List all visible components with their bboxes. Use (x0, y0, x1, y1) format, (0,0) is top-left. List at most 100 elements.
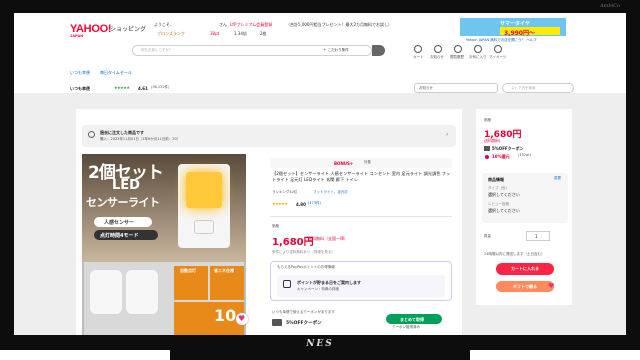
product-reviews[interactable]: (173件) (308, 201, 321, 206)
store-search-input[interactable]: ストア内を検索 (502, 83, 574, 93)
store-search-placeholder: ストア内を検索 (511, 86, 536, 90)
add-to-cart-button[interactable]: カートに入れる (496, 263, 554, 275)
cart-icon[interactable] (414, 45, 422, 53)
cart-label: カート (413, 55, 424, 59)
banner-price-bg: 3,990円〜 (500, 27, 560, 37)
sidebar-shipping: 送料無料 (484, 138, 500, 143)
store-stars: ★★★★★ (114, 85, 130, 90)
type-select[interactable]: 選択してください (488, 193, 520, 197)
points-inner: ポイントが貯まる日をご案内します キャンペーン・特典の詳細 (277, 275, 445, 297)
search-input[interactable]: 何をお探しですか？ ＋ こだわり条件 (132, 45, 372, 56)
divider (270, 216, 452, 217)
heart-icon[interactable] (474, 45, 482, 53)
paypay-rate[interactable]: 1.34倍 (234, 32, 247, 36)
coupon-label: 5%OFFクーポン (286, 321, 322, 326)
get-coupons-button[interactable]: まとめて取得 (386, 314, 442, 324)
image-favorite-button[interactable]: ♥ (236, 313, 248, 325)
bronze-rank[interactable]: ブロンズランク (157, 32, 185, 36)
product-info-edit[interactable]: 変更 (554, 176, 561, 181)
notice-detail: 購入：2023年11月01日（1年6か月11日前：20） (100, 137, 181, 141)
image-number: 10 (214, 306, 237, 325)
favorite-heart-icon[interactable]: ♥ (548, 283, 554, 290)
heart-icon: ♥ (238, 314, 246, 323)
store-review-count[interactable]: (36,132件) (151, 85, 169, 90)
inquiry-label: お知らせ (419, 86, 433, 90)
watermark: AmbiCo (600, 3, 620, 9)
shopping-label[interactable]: ショッピング (110, 24, 146, 33)
points-box-title: もらえるPayPayポイントのお得情報 (277, 265, 335, 269)
product-title: 【2個セット】センサーライト 人感センサーライト コンセント 室内 足元ライト … (272, 171, 451, 182)
banner-title: サマータイヤ (500, 21, 530, 27)
sidebar-reward-pts: (152pt) (518, 153, 532, 157)
top-links[interactable]: Yahoo! JAPAN 無料でお店を開こう！ ヘルプ (466, 38, 537, 43)
ranking: ランキング40位 (272, 190, 298, 194)
premium-note: （合計5,000円相当プレゼント！最大2カ月無料でお試し） (286, 22, 392, 27)
greeting-suffix: さん (219, 22, 227, 27)
clock-icon (88, 131, 95, 138)
ranking-category[interactable]: フットライト、足元灯 (313, 190, 348, 195)
bonus-label: BONUS+ (334, 161, 354, 166)
coupon-icon (272, 319, 282, 326)
image-badge-4-text: 省エネ仕様 (214, 268, 234, 273)
product-info-label: 商品情報 (488, 177, 504, 182)
sidebar-price-label: 価格 (484, 118, 491, 122)
image-badge-3-text: 自動点灯 (180, 268, 196, 273)
inquiry-select[interactable]: お知らせ (414, 83, 498, 93)
points-box-text: ポイントが貯まる日をご案内します (297, 280, 361, 285)
device-brand-logo: NES (306, 339, 334, 349)
coupon-note: いつも幸便で使えるクーポンがあります (272, 310, 335, 314)
search-icon[interactable] (372, 45, 385, 56)
sidebar-reward: 10%還元 (492, 154, 510, 159)
reward-icon (485, 155, 489, 159)
points-box[interactable]: もらえるPayPayポイントのお得情報 ポイントが貯まる日をご案内します キャン… (270, 261, 452, 301)
shipping-note[interactable]: 条件により送料無料あり（詳細を見る） (272, 250, 335, 255)
user-icon[interactable] (494, 45, 502, 53)
light-glow (186, 172, 222, 208)
store-rating: 4.61 (138, 86, 148, 91)
conditions-button[interactable]: ＋ こだわり条件 (323, 48, 349, 53)
order-history-notice[interactable]: 過去に注文した商品です 購入：2023年11月01日（1年6か月11日前：20）… (82, 125, 456, 147)
mypage-label: マイページ (489, 55, 507, 59)
price-label: 価格 (272, 224, 279, 228)
notice-title: 過去に注文した商品です (100, 130, 144, 135)
bonus-bar: BONUS+ 対象 (270, 158, 452, 168)
promo-banner[interactable]: サマータイヤ 3,990円〜 (460, 18, 566, 37)
delivery-note: 24時間以内に発送します（土日含む） (484, 252, 545, 256)
product-shipping: 送料無料（全国一律） (308, 236, 348, 241)
device-white-1 (90, 270, 122, 314)
gift-button[interactable]: ギフトで贈る (496, 281, 554, 292)
device-bezel-left (0, 13, 14, 335)
breadcrumb-sale[interactable]: 毎日タイムセール (100, 71, 132, 75)
coupon-button-sub: クーポン獲得済み (392, 325, 420, 329)
search-placeholder: 何をお探しですか？ (141, 48, 173, 52)
banner-price: 3,990円〜 (504, 30, 535, 37)
favorites-label: お気に入り (469, 55, 487, 59)
device-bezel-top (0, 0, 640, 13)
points-count[interactable]: 38pt (210, 32, 219, 36)
breadcrumb-store[interactable]: いつも幸便 (70, 71, 90, 75)
sidebar-coupon-icon (484, 146, 490, 151)
history-icon[interactable] (454, 45, 462, 53)
review-select[interactable]: 選択してください (488, 209, 520, 213)
premium-link[interactable]: LYPプレミアム会員登録 (230, 23, 272, 27)
qty-input[interactable]: 1 (526, 231, 550, 241)
image-title-3: センサーライト (86, 196, 160, 209)
greeting: ようこそ、 (154, 22, 174, 27)
coupon-count[interactable]: 2枚 (260, 32, 267, 36)
store-name[interactable]: いつも幸便 (70, 86, 90, 92)
chevron-right-icon: › (446, 131, 449, 138)
bonus-suffix: 対象 (364, 160, 371, 164)
bell-icon[interactable] (434, 45, 442, 53)
product-rating: 4.80 (296, 202, 306, 207)
qty-label: 数量 (484, 234, 491, 238)
image-title-2: LED (112, 178, 140, 193)
device-stand-right (470, 350, 640, 360)
image-badge-2-text: 点灯時間4モード (100, 233, 139, 239)
yahoo-logo-sub: JAPAN (70, 33, 84, 38)
points-box-sub: キャンペーン・特典の詳細 (297, 287, 339, 291)
image-bars: 10 (174, 302, 244, 335)
image-badge-1: 人感センサー (94, 217, 152, 227)
get-coupons-label: まとめて取得 (400, 317, 424, 322)
product-image[interactable]: 2個セット LED センサーライト 人感センサー 点灯時間4モード 自動点灯 省… (82, 154, 246, 335)
history-label: 閲覧履歴 (450, 55, 464, 59)
